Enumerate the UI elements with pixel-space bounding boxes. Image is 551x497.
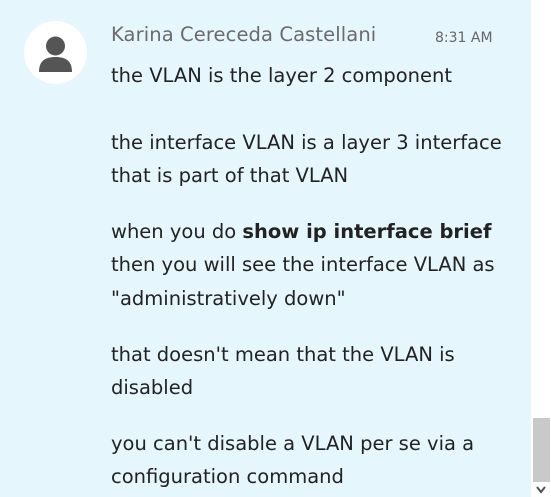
message-paragraph: you can't disable a VLAN per se via a co… [111, 431, 475, 489]
message-paragraph: when you do show ip interface brief then… [111, 215, 516, 316]
message-timestamp: 8:31 AM [435, 30, 493, 46]
avatar[interactable] [24, 21, 87, 84]
message-paragraph: the interface VLAN is a layer 3 interfac… [111, 130, 502, 188]
command-text: show ip interface brief [242, 219, 492, 243]
message-author[interactable]: Karina Cereceda Castellani [111, 23, 376, 46]
user-silhouette-icon [39, 36, 72, 72]
paragraph-prefix: when you do [111, 219, 243, 243]
scrollbar-thumb[interactable] [533, 418, 550, 482]
chat-message-pane: Karina Cereceda Castellani 8:31 AM the V… [0, 0, 531, 497]
message-body: the VLAN is the layer 2 component the in… [111, 59, 516, 494]
message-paragraph: the VLAN is the layer 2 component [111, 64, 452, 87]
paragraph-suffix: then you will see the interface VLAN as … [111, 253, 495, 310]
chevron-down-icon[interactable] [535, 484, 547, 496]
message-paragraph: that doesn't mean that the VLAN is disab… [111, 342, 455, 400]
